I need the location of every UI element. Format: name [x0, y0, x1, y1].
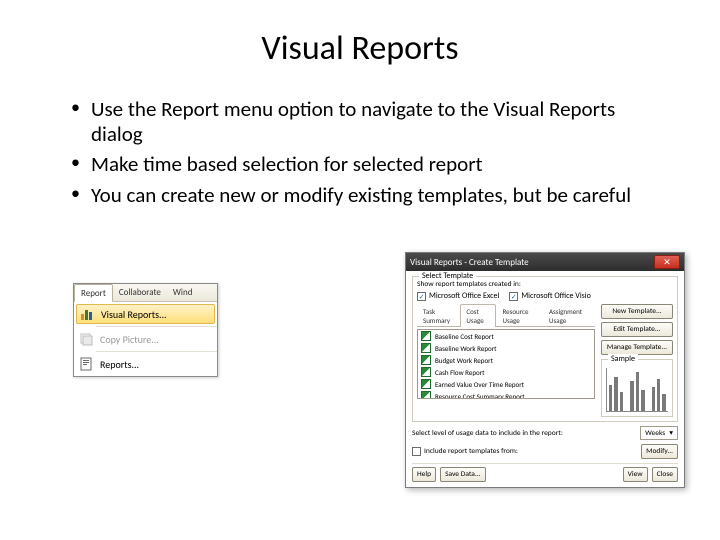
- bullet-item: Use the Report menu option to navigate t…: [75, 97, 665, 147]
- visual-reports-dialog: Visual Reports - Create Template ✕ Selec…: [405, 252, 685, 488]
- excel-checkbox[interactable]: ✓Microsoft Office Excel: [417, 291, 499, 301]
- time-level-select[interactable]: Weeks ▾: [640, 426, 678, 440]
- select-template-group: Select Template Show report templates cr…: [412, 276, 678, 422]
- menu-tab-strip: Report Collaborate Wind: [74, 284, 217, 302]
- checkbox-label: Include report templates from:: [424, 447, 518, 456]
- chart-icon: [79, 306, 95, 322]
- menu-tab-report[interactable]: Report: [74, 284, 113, 302]
- slide-title: Visual Reports: [55, 28, 665, 69]
- excel-icon: [421, 391, 431, 399]
- bullet-list: Use the Report menu option to navigate t…: [55, 97, 665, 208]
- show-templates-label: Show report templates created in:: [417, 280, 673, 289]
- time-level-label: Select level of usage data to include in…: [412, 429, 636, 438]
- tab-assignment-usage[interactable]: Assignment Usage: [543, 304, 595, 326]
- bullet-item: You can create new or modify existing te…: [75, 183, 665, 208]
- menu-item-label: Visual Reports...: [101, 308, 167, 321]
- list-item[interactable]: Cash Flow Report: [418, 366, 594, 378]
- menu-item-label: Copy Picture...: [100, 333, 159, 346]
- include-templates-checkbox[interactable]: Include report templates from:: [412, 447, 518, 456]
- list-item[interactable]: Earned Value Over Time Report: [418, 378, 594, 390]
- list-item[interactable]: Baseline Work Report: [418, 342, 594, 354]
- copy-picture-icon: [78, 331, 94, 347]
- list-item[interactable]: Baseline Cost Report: [418, 330, 594, 342]
- time-level-row: Select level of usage data to include in…: [412, 426, 678, 440]
- list-item[interactable]: Resource Cost Summary Report: [418, 390, 594, 399]
- menu-item-label: Reports...: [100, 358, 139, 371]
- template-list[interactable]: Baseline Cost Report Baseline Work Repor…: [417, 329, 595, 399]
- excel-icon: [421, 331, 431, 341]
- manage-template-button[interactable]: Manage Template...: [601, 340, 673, 355]
- dialog-titlebar: Visual Reports - Create Template ✕: [406, 253, 684, 271]
- sample-chart-icon: [606, 368, 668, 412]
- sample-preview: Sample: [601, 359, 673, 417]
- checkbox-label: Microsoft Office Visio: [521, 291, 591, 301]
- menu-item-visual-reports[interactable]: Visual Reports...: [76, 304, 215, 324]
- excel-icon: [421, 355, 431, 365]
- close-dialog-button[interactable]: Close: [652, 467, 678, 482]
- modify-button[interactable]: Modify...: [641, 444, 678, 459]
- report-menu-dropdown: Report Collaborate Wind Visual Reports..…: [73, 283, 218, 377]
- bullet-item: Make time based selection for selected r…: [75, 152, 665, 177]
- tab-task-summary[interactable]: Task Summary: [417, 304, 460, 326]
- new-template-button[interactable]: New Template...: [601, 304, 673, 319]
- tab-resource-usage[interactable]: Resource Usage: [496, 304, 543, 326]
- report-category-tabs: Task Summary Cost Usage Resource Usage A…: [417, 304, 595, 327]
- report-icon: [78, 356, 94, 372]
- save-data-button[interactable]: Save Data...: [440, 467, 486, 482]
- include-templates-row: Include report templates from: Modify...: [412, 444, 678, 459]
- visio-checkbox[interactable]: ✓Microsoft Office Visio: [509, 291, 591, 301]
- menu-tab-window[interactable]: Wind: [167, 284, 199, 301]
- menu-item-copy-picture[interactable]: Copy Picture...: [74, 329, 217, 349]
- chevron-down-icon: ▾: [669, 428, 673, 438]
- checkbox-label: Microsoft Office Excel: [429, 291, 499, 301]
- edit-template-button[interactable]: Edit Template...: [601, 322, 673, 337]
- list-item[interactable]: Budget Work Report: [418, 354, 594, 366]
- dialog-title: Visual Reports - Create Template: [410, 257, 529, 268]
- group-label: Select Template: [419, 271, 476, 281]
- menu-tab-collaborate[interactable]: Collaborate: [113, 284, 167, 301]
- help-button[interactable]: Help: [412, 467, 436, 482]
- excel-icon: [421, 343, 431, 353]
- sample-label: Sample: [608, 354, 638, 364]
- close-button[interactable]: ✕: [654, 255, 680, 269]
- close-icon: ✕: [663, 258, 671, 267]
- excel-icon: [421, 379, 431, 389]
- menu-item-reports[interactable]: Reports...: [74, 354, 217, 374]
- tab-cost-usage[interactable]: Cost Usage: [460, 304, 496, 327]
- view-button[interactable]: View: [623, 467, 648, 482]
- excel-icon: [421, 367, 431, 377]
